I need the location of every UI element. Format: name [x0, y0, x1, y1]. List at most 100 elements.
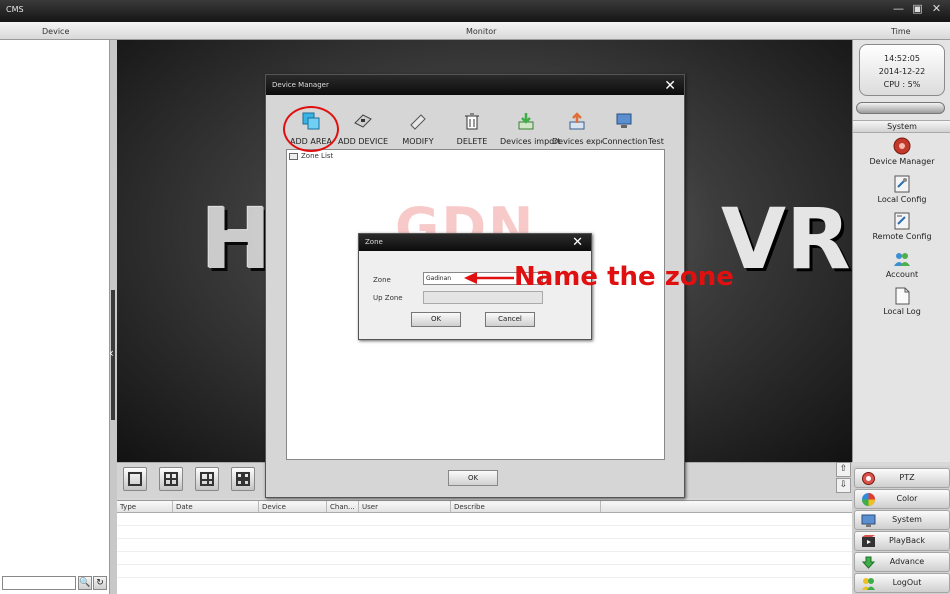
col-describe[interactable]: Describe [451, 501, 601, 512]
playback-button[interactable]: PlayBack [854, 531, 950, 551]
collapse-arrow-icon[interactable]: ‹ [109, 346, 114, 360]
color-button[interactable]: Color [854, 489, 950, 509]
logout-button[interactable]: LogOut [854, 573, 950, 593]
local-log-button[interactable]: Local Log [853, 287, 950, 323]
layout-1-button[interactable] [123, 467, 147, 491]
bottom-menu: PTZ Color System PlayBack Advance LogOut [852, 466, 950, 594]
window-title: CMS [6, 5, 24, 14]
cpu-usage: CPU : 5% [883, 80, 921, 89]
local-config-label: Local Config [877, 195, 927, 204]
refresh-icon[interactable]: ↻ [93, 576, 107, 590]
single-view-icon [128, 472, 142, 486]
zone-ok-button[interactable]: OK [411, 312, 461, 327]
local-config-button[interactable]: Local Config [853, 175, 950, 211]
layout-9-button[interactable] [231, 467, 255, 491]
col-type[interactable]: Type [117, 501, 173, 512]
panel-splitter[interactable]: ‹ [109, 40, 117, 594]
restore-icon[interactable]: ▣ [912, 3, 923, 15]
log-table-header: Type Date Device Chan... User Describe [117, 501, 852, 513]
device-tree-panel[interactable]: 🔍 ↻ [0, 40, 110, 594]
panel-slider[interactable] [856, 102, 945, 114]
add-device-icon [354, 114, 372, 128]
color-icon [862, 493, 875, 506]
col-user[interactable]: User [359, 501, 451, 512]
ptz-button[interactable]: PTZ [854, 468, 950, 488]
remote-config-label: Remote Config [872, 232, 932, 241]
col-device[interactable]: Device [259, 501, 327, 512]
col-channel[interactable]: Chan... [327, 501, 359, 512]
table-row [117, 513, 852, 526]
device-search-input[interactable] [2, 576, 76, 590]
delete-button[interactable]: DELETE [452, 105, 492, 151]
local-log-icon [895, 287, 910, 305]
device-manager-label: Device Manager [869, 157, 935, 166]
devices-import-button[interactable]: Devices import [500, 105, 561, 151]
column-header: Device Monitor Time [0, 22, 950, 40]
zone-dialog-titlebar: Zone ✕ [359, 234, 591, 251]
device-manager-title: Device Manager [272, 81, 329, 89]
col-date[interactable]: Date [173, 501, 259, 512]
close-icon[interactable]: ✕ [931, 3, 942, 15]
connection-button[interactable]: Connection [602, 105, 648, 151]
ptz-icon [862, 472, 875, 485]
layout-6-button[interactable] [195, 467, 219, 491]
search-icon[interactable]: 🔍 [78, 576, 92, 590]
add-device-label: ADD DEVICE [338, 137, 389, 146]
table-row [117, 552, 852, 565]
connection-icon [616, 113, 632, 128]
tree-root-zone-list[interactable]: Zone List [289, 152, 333, 160]
table-row [117, 565, 852, 578]
devices-export-label: Devices expor [552, 137, 602, 146]
system-label: System [892, 515, 922, 524]
account-button[interactable]: Account [853, 250, 950, 286]
device-manager-button[interactable]: Device Manager [853, 137, 950, 173]
modify-button[interactable]: MODIFY [398, 105, 438, 151]
folder-icon [289, 152, 298, 160]
connection-label: Connection [602, 137, 648, 146]
log-table: Type Date Device Chan... User Describe [117, 500, 852, 594]
modify-icon [410, 114, 426, 130]
advance-button[interactable]: Advance [854, 552, 950, 572]
scroll-up-icon[interactable]: ⇧ [836, 462, 851, 477]
system-button[interactable]: System [854, 510, 950, 530]
local-log-label: Local Log [883, 307, 921, 316]
delete-label: DELETE [456, 137, 488, 146]
zone-cancel-button[interactable]: Cancel [485, 312, 535, 327]
cms-window: CMS — ▣ ✕ Device Monitor Time 🔍 ↻ ‹ H VR… [0, 0, 950, 594]
color-label: Color [896, 494, 918, 503]
remote-config-button[interactable]: Remote Config [853, 212, 950, 248]
clock-time: 14:52:05 [884, 54, 920, 63]
device-manager-titlebar: Device Manager ✕ [266, 75, 684, 95]
table-row [117, 539, 852, 552]
system-panel: 14:52:05 2014-12-22 CPU : 5% System Devi… [852, 40, 950, 462]
nine-view-icon [236, 472, 250, 486]
import-icon [518, 113, 534, 130]
playback-label: PlayBack [888, 536, 926, 545]
logout-icon [862, 578, 875, 590]
quad-view-icon [164, 472, 178, 486]
devices-export-button[interactable]: Devices expor [552, 105, 602, 151]
highlight-circle [283, 106, 339, 152]
status-clock: 14:52:05 2014-12-22 CPU : 5% [859, 44, 945, 96]
modify-label: MODIFY [402, 137, 434, 146]
test-button[interactable]: Test [646, 105, 666, 151]
close-icon[interactable]: ✕ [664, 76, 676, 96]
scroll-down-icon[interactable]: ⇩ [836, 478, 851, 493]
dvr-logo-right: VR [721, 190, 851, 288]
table-row [117, 526, 852, 539]
ptz-scroll: ⇧ ⇩ [836, 462, 852, 494]
zone-label: Zone [373, 276, 391, 284]
device-manager-ok-button[interactable]: OK [448, 470, 498, 486]
up-zone-select[interactable] [423, 291, 543, 304]
system-section-header[interactable]: System [853, 120, 950, 133]
minimize-icon[interactable]: — [893, 3, 904, 15]
close-icon[interactable]: ✕ [572, 234, 583, 251]
logout-label: LogOut [892, 578, 922, 587]
layout-4-button[interactable] [159, 467, 183, 491]
account-label: Account [885, 270, 919, 279]
devices-import-label: Devices import [500, 137, 561, 146]
device-header: Device [42, 27, 70, 36]
advance-label: Advance [889, 557, 925, 566]
advance-icon [861, 556, 876, 569]
add-device-button[interactable]: ADD DEVICE [338, 105, 388, 151]
